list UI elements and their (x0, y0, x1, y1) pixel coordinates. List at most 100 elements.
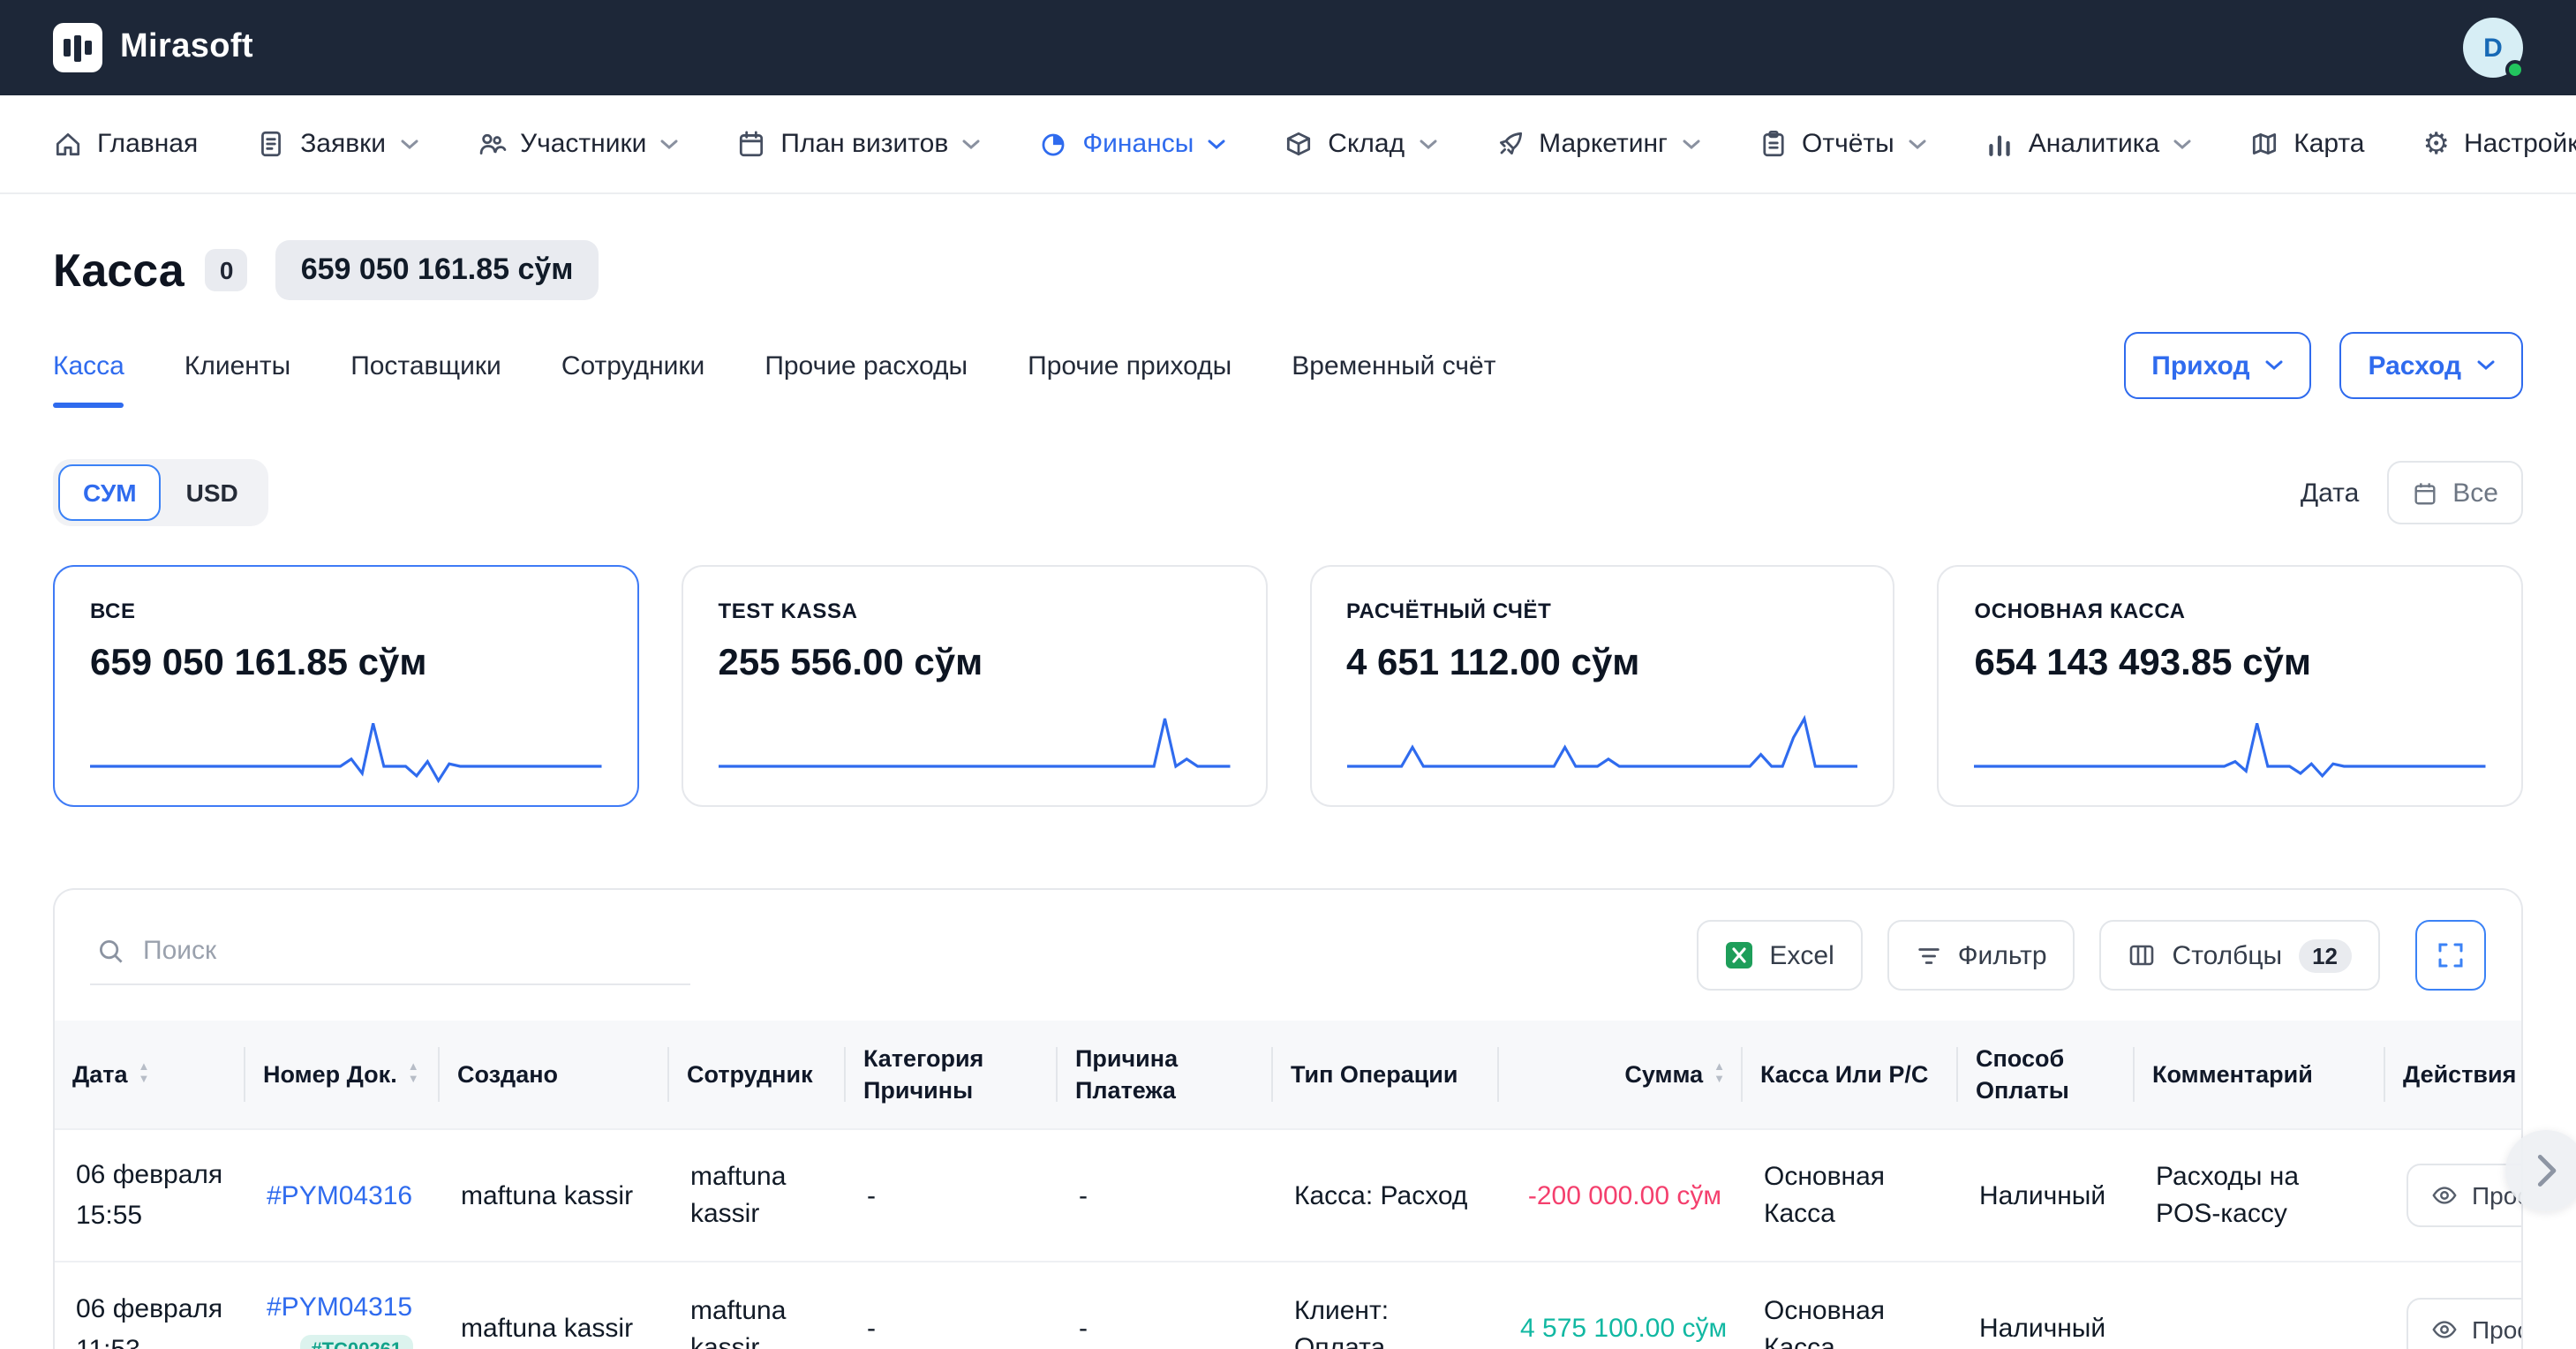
nav-item-home[interactable]: Главная (53, 129, 198, 159)
settings-icon: ⚙ (2423, 129, 2451, 159)
brand-logo-icon[interactable] (53, 23, 102, 72)
kassa-card-amount: 4 651 112.00 сўм (1346, 643, 1858, 685)
nav-item-finances[interactable]: Финансы (1038, 129, 1225, 159)
cell-category: - (846, 1262, 1058, 1349)
transactions-table: Дата▲▼ Номер Док.▲▼ Создано Сотрудник Ка… (55, 1021, 2523, 1349)
kassa-card-title: ОСНОВНАЯ КАССА (1975, 599, 2487, 623)
filter-icon (1916, 942, 1942, 968)
column-header-amount[interactable]: Сумма▲▼ (1499, 1021, 1743, 1129)
column-header-created: Создано (440, 1021, 669, 1129)
visit-plan-icon (736, 129, 766, 159)
kassa-card-title: ВСЕ (90, 599, 602, 623)
expense-button[interactable]: Расход (2340, 332, 2524, 399)
column-header-payment-reason: Причина Платежа (1058, 1021, 1273, 1129)
chevron-down-icon (660, 139, 678, 149)
excel-icon (1725, 941, 1753, 969)
tab-other-incomes[interactable]: Прочие приходы (1028, 334, 1232, 408)
cell-amount: -200 000.00 сўм (1499, 1129, 1743, 1262)
cell-doc-number: #PYM04315 #TC00261 (245, 1262, 440, 1349)
filters-row: СУМ USD Дата Все (0, 459, 2576, 526)
chevron-down-icon (1419, 139, 1436, 149)
sparkline-chart (719, 710, 1231, 788)
doc-link[interactable]: #PYM04316 (267, 1180, 412, 1210)
tab-clients[interactable]: Клиенты (185, 334, 290, 408)
chevron-down-icon (400, 139, 418, 149)
nav-item-visit-plan[interactable]: План визитов (736, 129, 980, 159)
nav-item-marketing[interactable]: Маркетинг (1495, 129, 1699, 159)
column-header-date[interactable]: Дата▲▼ (55, 1021, 245, 1129)
view-button-label: Просмотреть (2472, 1315, 2523, 1344)
view-button[interactable]: Просмотреть (2407, 1298, 2523, 1349)
cell-created: maftuna kassir (440, 1262, 669, 1349)
search-input[interactable] (143, 936, 683, 966)
income-button[interactable]: Приход (2123, 332, 2311, 399)
cell-category: - (846, 1129, 1058, 1262)
main-nav: Главная Заявки Участники План визитов Фи… (0, 95, 2576, 194)
column-header-actions: Действия (2385, 1021, 2523, 1129)
currency-sum[interactable]: СУМ (58, 464, 162, 521)
calendar-icon (2412, 479, 2438, 506)
column-header-doc-number[interactable]: Номер Док.▲▼ (245, 1021, 440, 1129)
kassa-card-test-kassa[interactable]: TEST KASSA 255 556.00 сўм (682, 565, 1268, 807)
cell-date: 06 февраля11:53 (55, 1262, 245, 1349)
kassa-card-main-kassa[interactable]: ОСНОВНАЯ КАССА 654 143 493.85 сўм (1938, 565, 2524, 807)
kassa-card-title: РАСЧЁТНЫЙ СЧЁТ (1346, 599, 1858, 623)
date-all-button[interactable]: Все (2387, 461, 2523, 524)
currency-usd[interactable]: USD (162, 464, 263, 521)
columns-button[interactable]: Столбцы 12 (2100, 920, 2380, 991)
requests-icon (256, 129, 286, 159)
column-header-employee: Сотрудник (669, 1021, 846, 1129)
table-toolbar: Excel Фильтр Столбцы 12 (55, 890, 2521, 1021)
tab-kassa[interactable]: Касса (53, 334, 124, 408)
fullscreen-button[interactable] (2415, 920, 2486, 991)
nav-item-analytics[interactable]: Аналитика (1985, 129, 2192, 159)
doc-link[interactable]: #PYM04315 (267, 1289, 412, 1326)
tab-employees[interactable]: Сотрудники (561, 334, 705, 408)
date-filter-group: Дата Все (2301, 461, 2523, 524)
nav-item-reports[interactable]: Отчёты (1758, 129, 1926, 159)
nav-item-participants[interactable]: Участники (476, 129, 678, 159)
nav-label: План визитов (780, 129, 948, 159)
column-header-account: Касса Или Р/С (1743, 1021, 1958, 1129)
tab-temp-account[interactable]: Временный счёт (1292, 334, 1495, 408)
cell-actions: Просмотреть (2385, 1262, 2523, 1349)
nav-label: Финансы (1082, 129, 1194, 159)
excel-export-button[interactable]: Excel (1697, 920, 1862, 991)
cell-payment-method: Наличный (1958, 1262, 2135, 1349)
tab-suppliers[interactable]: Поставщики (350, 334, 501, 408)
columns-icon (2128, 941, 2157, 969)
page-title: Касса (53, 243, 185, 298)
cell-amount: 4 575 100.00 сўм (1499, 1262, 1743, 1349)
participants-icon (476, 129, 506, 159)
user-avatar[interactable]: D (2463, 18, 2523, 78)
column-header-reason-category: Категория Причины (846, 1021, 1058, 1129)
table-row: 06 февраля11:53 #PYM04315 #TC00261 maftu… (55, 1262, 2523, 1349)
nav-label: Участники (520, 129, 646, 159)
sort-icon: ▲▼ (408, 1062, 419, 1087)
nav-item-map[interactable]: Карта (2249, 129, 2364, 159)
nav-item-settings[interactable]: ⚙ Настройки (2423, 129, 2576, 159)
expense-button-label: Расход (2369, 350, 2462, 381)
nav-item-requests[interactable]: Заявки (256, 129, 418, 159)
table-row: 06 февраля15:55 #PYM04316 maftuna kassir… (55, 1129, 2523, 1262)
kassa-card-settlement-account[interactable]: РАСЧЁТНЫЙ СЧЁТ 4 651 112.00 сўм (1309, 565, 1895, 807)
nav-item-warehouse[interactable]: Склад (1284, 129, 1436, 159)
chevron-down-icon (2173, 139, 2191, 149)
nav-label: Настройки (2464, 129, 2576, 159)
cell-actions: Просмотреть (2385, 1129, 2523, 1262)
cell-operation: Клиент: Оплата (1273, 1262, 1499, 1349)
filter-label: Фильтр (1958, 940, 2047, 970)
map-icon (2249, 129, 2279, 159)
cell-operation: Касса: Расход (1273, 1129, 1499, 1262)
tab-actions: Приход Расход (2123, 332, 2523, 410)
cell-date: 06 февраля15:55 (55, 1129, 245, 1262)
nav-label: Карта (2294, 129, 2364, 159)
chevron-down-icon (962, 139, 980, 149)
cell-account: Основная Касса (1743, 1262, 1958, 1349)
tab-other-expenses[interactable]: Прочие расходы (765, 334, 968, 408)
search-icon (97, 937, 125, 965)
eye-icon (2431, 1183, 2458, 1208)
app-root: Mirasoft D Главная Заявки Участники План… (0, 0, 2576, 1349)
filter-button[interactable]: Фильтр (1887, 920, 2075, 991)
kassa-card-all[interactable]: ВСЕ 659 050 161.85 сўм (53, 565, 639, 807)
